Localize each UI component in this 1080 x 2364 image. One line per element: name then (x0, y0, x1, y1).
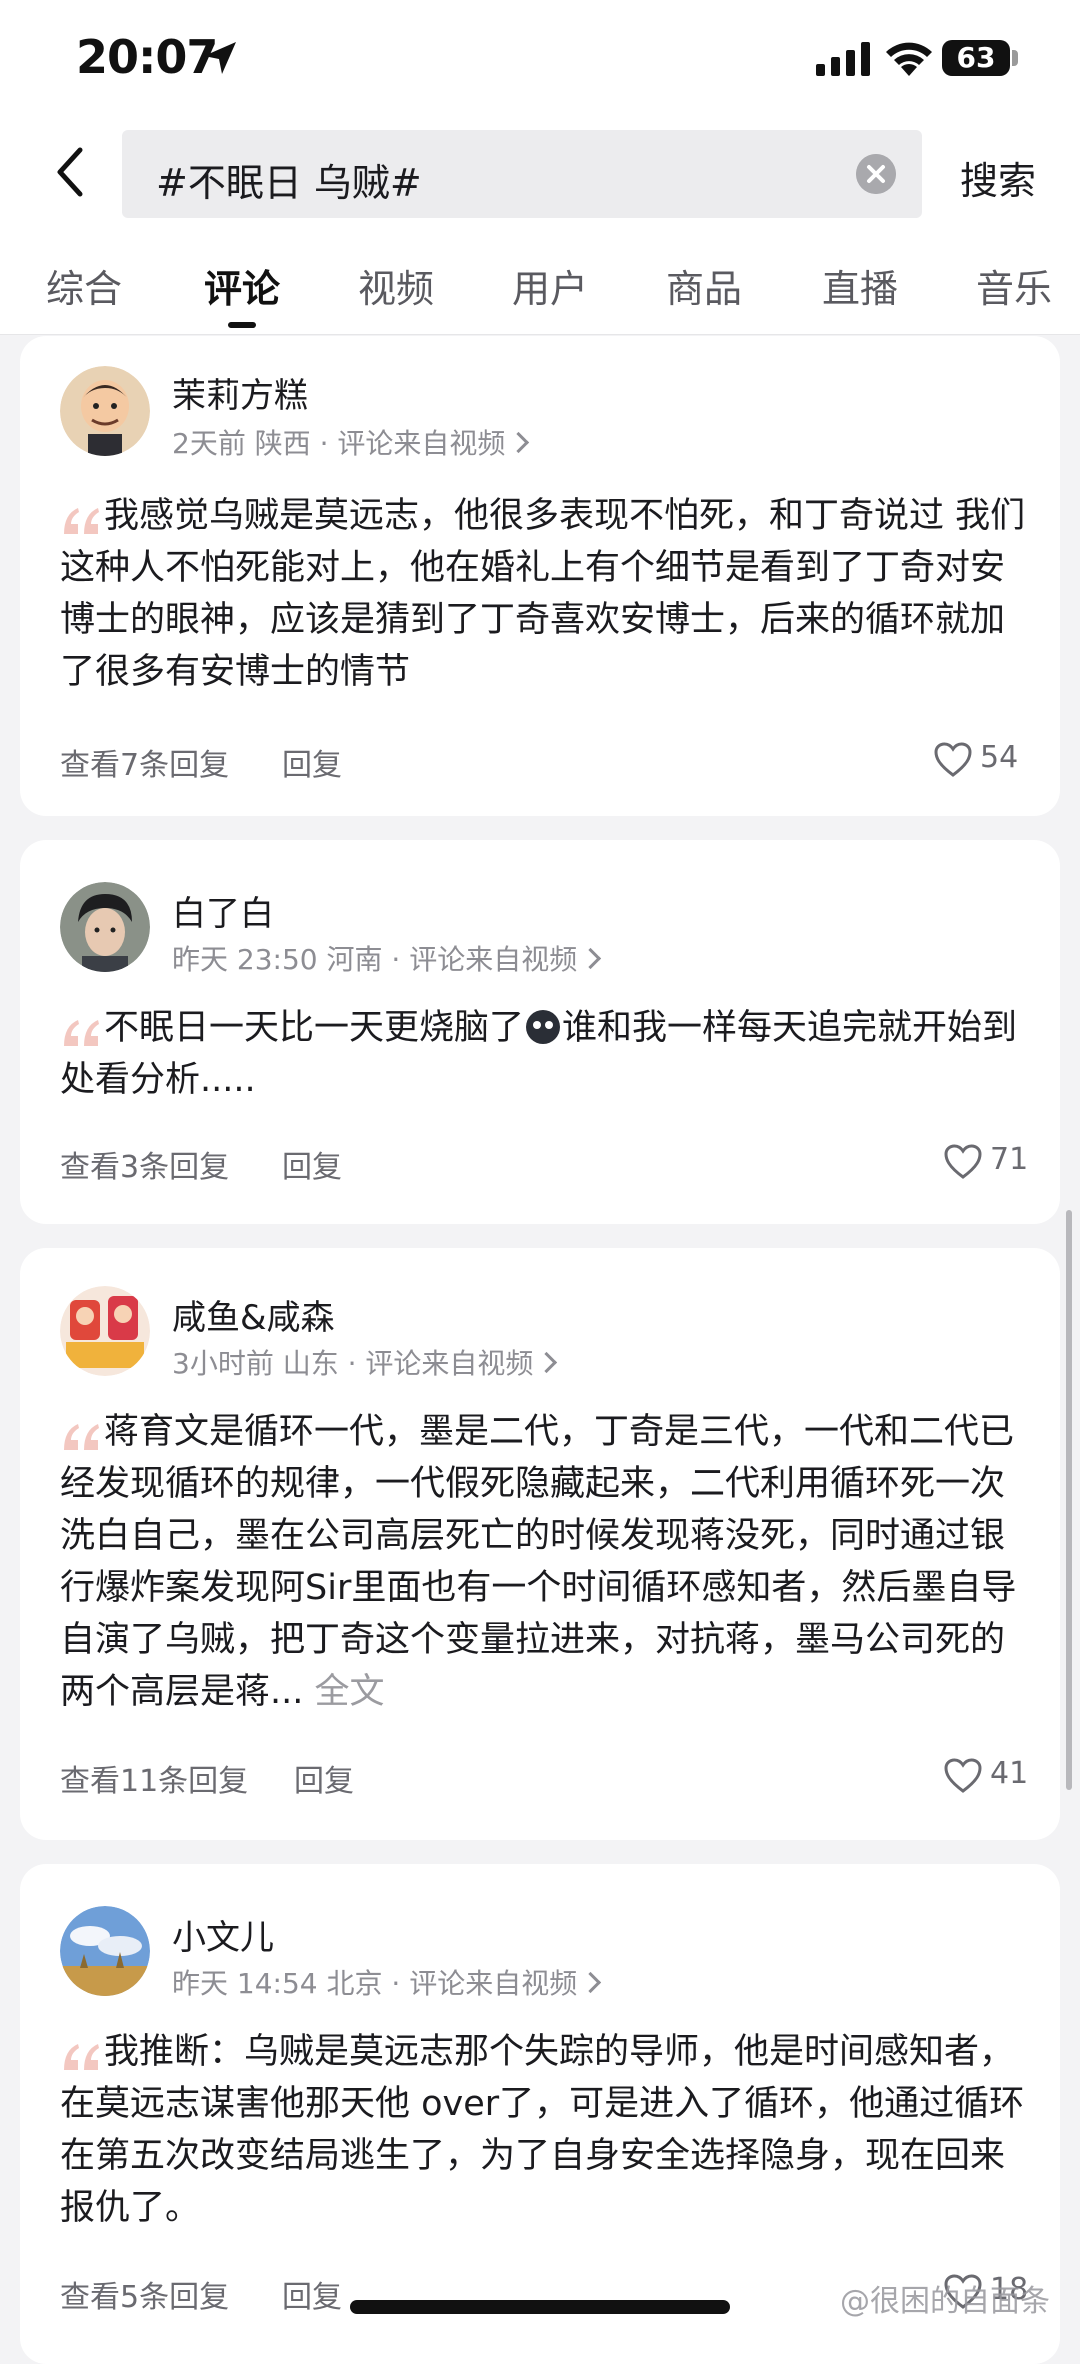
tab-comments[interactable]: 评论 (204, 258, 280, 313)
tab-bar: 综合 评论 视频 用户 商品 直播 音乐 (0, 226, 1080, 335)
heart-icon (944, 1758, 982, 1793)
expand-full-text-link[interactable]: 全文 (315, 1672, 385, 1712)
comment-text: 不眠日一天比一天更烧脑了 谁和我一样每天追完就开始到处看分析..... (60, 1002, 1030, 1106)
watermark: @很困的自面条 (840, 2284, 1050, 2319)
home-indicator[interactable] (350, 2300, 730, 2314)
like-button[interactable]: 54 (934, 740, 1024, 780)
tab-live[interactable]: 直播 (822, 258, 898, 313)
view-replies-link[interactable]: 查看3条回复 (60, 1142, 229, 1186)
clear-icon[interactable] (856, 154, 896, 194)
status-bar: 20:07 63 (0, 0, 1080, 120)
chevron-right-icon (536, 1351, 558, 1374)
battery-tip (1012, 50, 1018, 66)
comment-meta[interactable]: 3小时前 山东 · 评论来自视频 (172, 1342, 558, 1382)
comment-text-body: 蒋育文是循环一代，墨是二代，丁奇是三代，一代和二代已经发现循环的规律，一代假死隐… (60, 1412, 1017, 1712)
comment-author[interactable]: 小文儿 (172, 1910, 274, 1959)
heart-icon (934, 742, 972, 777)
comment-card: 茉莉方糕 2天前 陕西 · 评论来自视频 我感觉乌贼是莫远志，他很多表现不怕死，… (20, 336, 1060, 816)
tab-videos[interactable]: 视频 (358, 258, 434, 313)
comment-author[interactable]: 茉莉方糕 (172, 368, 308, 417)
comment-meta-text: 2天前 陕西 · 评论来自视频 (172, 427, 506, 460)
scrollbar[interactable] (1066, 1210, 1072, 1790)
view-replies-link[interactable]: 查看11条回复 (60, 1756, 248, 1800)
comment-meta-text: 昨天 23:50 河南 · 评论来自视频 (172, 943, 578, 976)
like-count: 54 (980, 740, 1019, 775)
location-arrow-icon (204, 42, 236, 74)
view-replies-link[interactable]: 查看7条回复 (60, 740, 229, 784)
comment-author[interactable]: 白了白 (172, 886, 274, 935)
reply-button[interactable]: 回复 (282, 740, 342, 784)
crying-face-emoji-icon (526, 1010, 561, 1044)
active-tab-indicator (228, 322, 256, 328)
avatar[interactable] (60, 366, 150, 456)
reply-button[interactable]: 回复 (282, 1142, 342, 1186)
view-replies-link[interactable]: 查看5条回复 (60, 2272, 229, 2316)
search-header: #不眠日 乌贼# 搜索 (0, 120, 1080, 226)
comment-meta[interactable]: 昨天 23:50 河南 · 评论来自视频 (172, 938, 602, 978)
back-chevron-icon[interactable] (44, 142, 104, 202)
comment-card: 白了白 昨天 23:50 河南 · 评论来自视频 不眠日一天比一天更烧脑了 谁和我… (20, 840, 1060, 1224)
like-count: 41 (990, 1756, 1029, 1791)
comment-meta-text: 昨天 14:54 北京 · 评论来自视频 (172, 1967, 578, 2000)
comment-meta-text: 3小时前 山东 · 评论来自视频 (172, 1347, 534, 1380)
wifi-icon (886, 42, 932, 76)
comment-author[interactable]: 咸鱼&咸森 (172, 1290, 335, 1339)
chevron-right-icon (580, 947, 602, 970)
comment-card: 咸鱼&咸森 3小时前 山东 · 评论来自视频 蒋育文是循环一代，墨是二代，丁奇是… (20, 1248, 1060, 1840)
search-query[interactable]: #不眠日 乌贼# (156, 152, 422, 207)
chevron-right-icon (508, 431, 530, 454)
tab-music[interactable]: 音乐 (976, 258, 1052, 313)
status-time: 20:07 (76, 30, 218, 84)
comment-meta[interactable]: 昨天 14:54 北京 · 评论来自视频 (172, 1962, 602, 2002)
tab-comprehensive[interactable]: 综合 (46, 258, 122, 313)
comment-meta[interactable]: 2天前 陕西 · 评论来自视频 (172, 422, 530, 462)
cellular-signal-icon (816, 42, 870, 76)
search-button[interactable]: 搜索 (960, 150, 1036, 205)
comment-text-part: 不眠日一天比一天更烧脑了 (104, 1008, 525, 1048)
battery-icon: 63 (942, 40, 1010, 76)
like-button[interactable]: 41 (944, 1756, 1028, 1796)
comment-text: 我推断：乌贼是莫远志那个失踪的导师，他是时间感知者，在莫远志谋害他那天他 ove… (60, 2032, 1025, 2228)
reply-button[interactable]: 回复 (294, 1756, 354, 1800)
reply-button[interactable]: 回复 (282, 2272, 342, 2316)
comment-text: 我感觉乌贼是莫远志，他很多表现不怕死，和丁奇说过 我们这种人不怕死能对上，他在婚… (60, 496, 1026, 692)
tab-products[interactable]: 商品 (666, 258, 742, 313)
comment-text: 蒋育文是循环一代，墨是二代，丁奇是三代，一代和二代已经发现循环的规律，一代假死隐… (60, 1406, 1030, 1718)
avatar[interactable] (60, 1906, 150, 1996)
avatar[interactable] (60, 1286, 150, 1376)
avatar[interactable] (60, 882, 150, 972)
like-button[interactable]: 71 (944, 1142, 1028, 1182)
chevron-right-icon (580, 1971, 602, 1994)
tab-users[interactable]: 用户 (512, 258, 588, 313)
search-input[interactable]: #不眠日 乌贼# (122, 130, 922, 218)
like-count: 71 (990, 1142, 1029, 1177)
heart-icon (944, 1144, 982, 1179)
